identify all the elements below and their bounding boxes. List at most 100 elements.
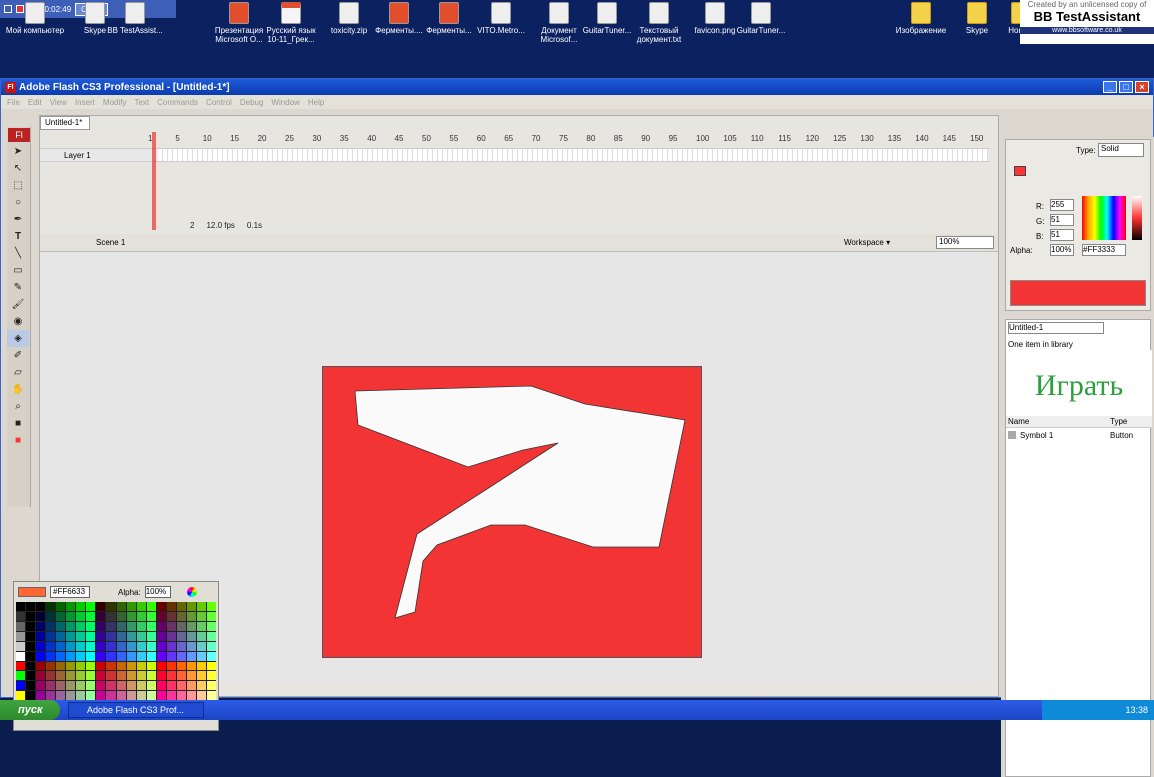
- swatch-cell[interactable]: [16, 671, 26, 681]
- swatch-cell[interactable]: [146, 631, 156, 641]
- desktop-icon[interactable]: Изображение: [890, 2, 952, 35]
- layer-name[interactable]: Layer 1: [64, 151, 91, 160]
- swatch-cell[interactable]: [176, 651, 186, 661]
- swatch-cell[interactable]: [66, 641, 76, 651]
- swatch-cell[interactable]: [176, 671, 186, 681]
- taskbar-item-flash[interactable]: Adobe Flash CS3 Prof...: [68, 702, 204, 718]
- swatch-cell[interactable]: [166, 671, 176, 681]
- swatch-cell[interactable]: [186, 631, 196, 641]
- swatch-cell[interactable]: [196, 602, 206, 611]
- swatch-cell[interactable]: [46, 602, 56, 611]
- swatch-cell[interactable]: [16, 691, 26, 701]
- swatch-cell[interactable]: [76, 621, 86, 631]
- swatch-cell[interactable]: [186, 602, 196, 611]
- swatch-cell[interactable]: [196, 621, 206, 631]
- menu-view[interactable]: View: [50, 98, 67, 107]
- swatch-cell[interactable]: [16, 631, 26, 641]
- swatch-cell[interactable]: [186, 691, 196, 701]
- swatch-cell[interactable]: [206, 691, 216, 701]
- swatch-cell[interactable]: [136, 691, 146, 701]
- swatch-cell[interactable]: [126, 602, 136, 611]
- green-input[interactable]: 51: [1050, 214, 1074, 226]
- swatch-cell[interactable]: [36, 651, 46, 661]
- hand-tool-icon[interactable]: ✋: [7, 381, 29, 398]
- swatch-cell[interactable]: [96, 661, 106, 671]
- swatch-cell[interactable]: [36, 661, 46, 671]
- menu-edit[interactable]: Edit: [28, 98, 42, 107]
- menu-control[interactable]: Control: [206, 98, 232, 107]
- red-input[interactable]: 255: [1050, 199, 1074, 211]
- swatch-cell[interactable]: [16, 611, 26, 621]
- swatch-cell[interactable]: [166, 651, 176, 661]
- swatch-cell[interactable]: [126, 661, 136, 671]
- swatch-cell[interactable]: [126, 611, 136, 621]
- swatch-cell[interactable]: [36, 641, 46, 651]
- blue-input[interactable]: 51: [1050, 229, 1074, 241]
- swatch-cell[interactable]: [46, 651, 56, 661]
- menu-insert[interactable]: Insert: [75, 98, 95, 107]
- swatch-cell[interactable]: [186, 621, 196, 631]
- swatch-cell[interactable]: [66, 681, 76, 691]
- swatch-cell[interactable]: [126, 651, 136, 661]
- swatch-cell[interactable]: [86, 602, 96, 611]
- swatch-cell[interactable]: [26, 661, 36, 671]
- desktop-icon[interactable]: GuitarTuner...: [730, 2, 792, 35]
- swatch-cell[interactable]: [56, 651, 66, 661]
- swatch-cell[interactable]: [196, 641, 206, 651]
- swatch-cell[interactable]: [106, 621, 116, 631]
- swatch-cell[interactable]: [146, 681, 156, 691]
- swatch-cell[interactable]: [166, 661, 176, 671]
- swatch-cell[interactable]: [36, 631, 46, 641]
- swatch-cell[interactable]: [126, 621, 136, 631]
- swatch-cell[interactable]: [106, 691, 116, 701]
- swatch-cell[interactable]: [26, 621, 36, 631]
- swatch-cell[interactable]: [26, 641, 36, 651]
- swatch-cell[interactable]: [26, 651, 36, 661]
- swatch-cell[interactable]: [106, 661, 116, 671]
- swatch-cell[interactable]: [16, 641, 26, 651]
- swatch-cell[interactable]: [116, 681, 126, 691]
- swatch-cell[interactable]: [116, 641, 126, 651]
- workspace-menu[interactable]: Workspace ▾: [844, 238, 890, 247]
- swatch-cell[interactable]: [196, 681, 206, 691]
- swatch-cell[interactable]: [106, 641, 116, 651]
- swatch-cell[interactable]: [116, 621, 126, 631]
- col-name[interactable]: Name: [1008, 417, 1029, 426]
- swatch-cell[interactable]: [36, 621, 46, 631]
- swatch-cell[interactable]: [166, 631, 176, 641]
- swatch-cell[interactable]: [106, 611, 116, 621]
- ink-bottle-tool-icon[interactable]: ◉: [7, 313, 29, 330]
- swatch-alpha-input[interactable]: 100%: [144, 586, 171, 598]
- start-button[interactable]: пуск: [0, 700, 60, 720]
- swatch-cell[interactable]: [96, 611, 106, 621]
- swatch-cell[interactable]: [66, 691, 76, 701]
- swatch-cell[interactable]: [46, 681, 56, 691]
- white-shape[interactable]: [354, 385, 686, 619]
- swatch-cell[interactable]: [136, 611, 146, 621]
- swatch-cell[interactable]: [176, 641, 186, 651]
- swatch-cell[interactable]: [176, 611, 186, 621]
- brush-tool-icon[interactable]: 🖌: [7, 296, 29, 313]
- desktop-icon[interactable]: VITO.Metro...: [470, 2, 532, 35]
- desktop-icon[interactable]: Текстовый документ.txt: [628, 2, 690, 44]
- swatch-cell[interactable]: [36, 602, 46, 611]
- swatch-cell[interactable]: [96, 691, 106, 701]
- swatch-cell[interactable]: [96, 681, 106, 691]
- swatch-cell[interactable]: [76, 681, 86, 691]
- swatch-cell[interactable]: [76, 671, 86, 681]
- fill-swatch-icon[interactable]: [1014, 166, 1026, 176]
- swatch-cell[interactable]: [46, 671, 56, 681]
- swatch-cell[interactable]: [206, 611, 216, 621]
- swatch-cell[interactable]: [166, 681, 176, 691]
- swatch-cell[interactable]: [196, 611, 206, 621]
- swatch-cell[interactable]: [156, 641, 166, 651]
- swatch-cell[interactable]: [136, 631, 146, 641]
- swatch-cell[interactable]: [206, 641, 216, 651]
- swatch-cell[interactable]: [106, 631, 116, 641]
- swatch-cell[interactable]: [186, 671, 196, 681]
- zoom-tool-icon[interactable]: ⌕: [7, 398, 29, 415]
- swatch-cell[interactable]: [136, 621, 146, 631]
- swatch-cell[interactable]: [196, 671, 206, 681]
- swatch-cell[interactable]: [156, 611, 166, 621]
- swatch-cell[interactable]: [26, 631, 36, 641]
